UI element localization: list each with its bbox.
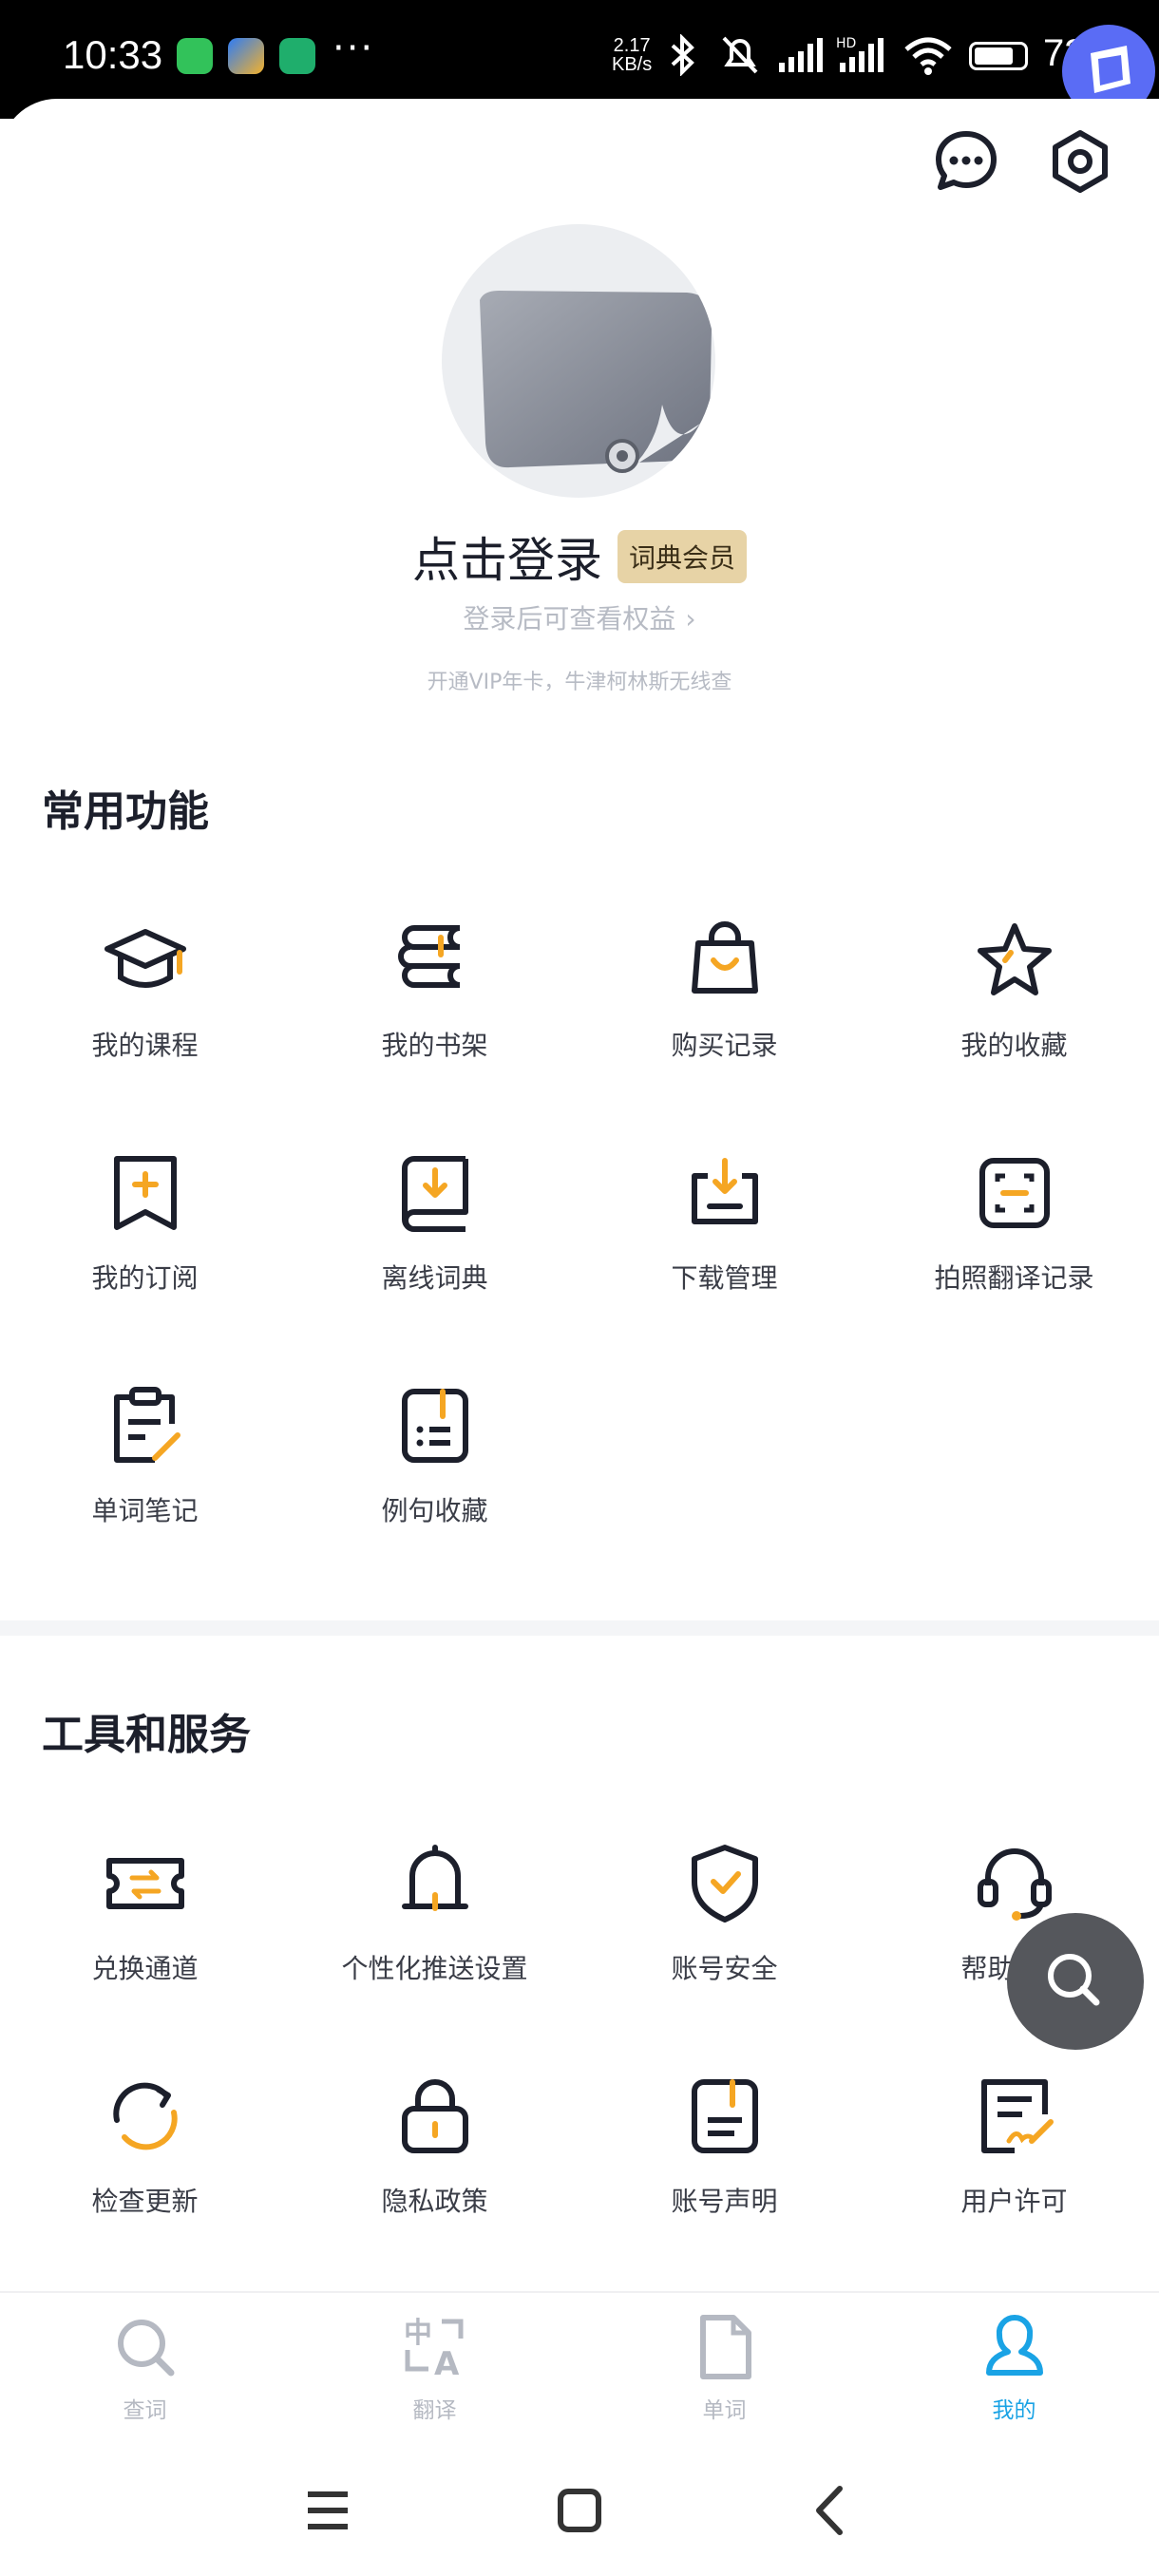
vip-badge[interactable]: 词典会员	[617, 530, 747, 583]
translate-icon: 中A	[404, 2317, 463, 2383]
redeem-channel-item[interactable]: 兑换通道	[0, 1840, 290, 2030]
bluetooth-icon	[671, 34, 694, 76]
silent-icon	[722, 36, 758, 74]
my-subscriptions-label: 我的订阅	[91, 1262, 199, 1294]
section-divider	[0, 1620, 1159, 1636]
system-navigation-bar	[0, 2443, 1159, 2576]
svg-text:HD: HD	[836, 36, 856, 51]
word-notes-label: 单词笔记	[91, 1495, 199, 1526]
shield-check-icon	[691, 1845, 758, 1923]
search-icon	[1048, 1954, 1100, 2006]
refresh-icon	[112, 2082, 178, 2150]
tab-translate[interactable]: 中A 翻译	[290, 2314, 580, 2424]
redeem-channel-label: 兑换通道	[91, 1953, 199, 1984]
privacy-policy-label: 隐私政策	[381, 2186, 488, 2217]
browser-app-icon	[279, 38, 315, 74]
wifi-icon	[904, 37, 952, 75]
my-bookshelf-item[interactable]: 我的书架	[290, 917, 580, 1107]
scan-frame-icon	[978, 1158, 1050, 1228]
user-license-label: 用户许可	[960, 2186, 1068, 2217]
push-settings-item[interactable]: 个性化推送设置	[290, 1840, 580, 2030]
tab-mine[interactable]: 我的	[869, 2314, 1159, 2424]
document-icon	[691, 2079, 758, 2153]
offline-dictionary-label: 离线词典	[381, 1262, 488, 1294]
exchange-ticket-icon	[105, 1858, 184, 1909]
signal-2-hd-icon: HD	[836, 36, 884, 72]
default-avatar-image	[480, 291, 712, 473]
offline-dictionary-item[interactable]: 离线词典	[290, 1149, 580, 1339]
tray-download-icon	[691, 1158, 758, 1224]
net-speed: 2.17 KB/s	[612, 35, 653, 75]
battery-icon	[969, 42, 1028, 70]
bookshelf-icon	[397, 925, 460, 988]
vip-promo-text: 开通VIP年卡，牛津柯林斯无线查	[427, 671, 732, 694]
my-courses-label: 我的课程	[91, 1030, 199, 1061]
more-notifications: ···	[332, 27, 375, 70]
shopping-bag-icon	[691, 921, 758, 994]
chat-bubble-icon[interactable]	[933, 128, 999, 195]
photo-translation-history-label: 拍照翻译记录	[934, 1262, 1094, 1294]
account-security-item[interactable]: 账号安全	[580, 1840, 869, 2030]
bell-icon	[401, 1845, 468, 1911]
svg-text:中: 中	[404, 2317, 432, 2350]
account-security-label: 账号安全	[671, 1953, 778, 1984]
privacy-policy-item[interactable]: 隐私政策	[290, 2073, 580, 2263]
download-manager-label: 下载管理	[671, 1262, 778, 1294]
photo-translation-history-item[interactable]: 拍照翻译记录	[869, 1149, 1159, 1339]
person-icon	[985, 2314, 1043, 2376]
download-manager-item[interactable]: 下载管理	[580, 1149, 869, 1339]
home-icon[interactable]	[546, 2477, 613, 2544]
section-title-tools: 工具和服务	[42, 1711, 251, 1759]
signed-document-icon	[980, 2079, 1054, 2153]
bottom-tab-bar: 查词 中A 翻译 单词 我的	[0, 2291, 1159, 2445]
login-row[interactable]: 点击登录 词典会员	[0, 522, 1159, 598]
account-statement-label: 账号声明	[671, 2186, 778, 2217]
check-update-label: 检查更新	[91, 2186, 199, 2217]
check-update-item[interactable]: 检查更新	[0, 2073, 290, 2263]
tab-label-translate: 翻译	[412, 2398, 457, 2423]
user-license-item[interactable]: 用户许可	[869, 2073, 1159, 2263]
section-title-common: 常用功能	[42, 787, 209, 836]
login-title[interactable]: 点击登录	[412, 533, 602, 588]
my-bookshelf-label: 我的书架	[381, 1030, 488, 1061]
my-favorites-item[interactable]: 我的收藏	[869, 917, 1159, 1107]
document-list-icon	[401, 1389, 468, 1463]
my-courses-item[interactable]: 我的课程	[0, 917, 290, 1107]
lock-icon	[401, 2079, 468, 2153]
chevron-right-icon: ›	[685, 603, 696, 635]
tab-label-words: 单词	[702, 2398, 747, 2423]
graduation-cap-icon	[104, 929, 186, 988]
purchase-history-label: 购买记录	[671, 1030, 778, 1061]
push-settings-label: 个性化推送设置	[341, 1953, 528, 1984]
word-notes-item[interactable]: 单词笔记	[0, 1382, 290, 1572]
example-favorites-item[interactable]: 例句收藏	[290, 1382, 580, 1572]
messages-app-icon	[177, 38, 213, 74]
purchase-history-item[interactable]: 购买记录	[580, 917, 869, 1107]
tab-lookup[interactable]: 查词	[0, 2314, 290, 2424]
login-subtitle[interactable]: 登录后可查看权益 ›	[0, 598, 1159, 636]
svg-text:A: A	[434, 2345, 460, 2380]
menu-icon[interactable]	[294, 2477, 361, 2544]
book-download-icon	[401, 1156, 468, 1232]
bookmark-plus-icon	[113, 1156, 177, 1230]
my-favorites-label: 我的收藏	[960, 1030, 1068, 1061]
signal-1-icon	[779, 38, 823, 72]
back-icon[interactable]	[798, 2477, 864, 2544]
gear-icon[interactable]	[1047, 128, 1113, 195]
status-time: 10:33	[63, 32, 163, 77]
clipboard-pen-icon	[113, 1387, 180, 1463]
floating-search-button[interactable]	[1007, 1913, 1144, 2050]
tab-words[interactable]: 单词	[580, 2314, 869, 2424]
avatar[interactable]	[442, 224, 715, 498]
my-subscriptions-item[interactable]: 我的订阅	[0, 1149, 290, 1339]
tab-label-mine: 我的	[992, 2398, 1036, 2423]
search-icon	[117, 2320, 174, 2377]
example-favorites-label: 例句收藏	[381, 1495, 488, 1526]
account-statement-item[interactable]: 账号声明	[580, 2073, 869, 2263]
file-icon	[699, 2315, 751, 2379]
star-icon	[977, 923, 1052, 995]
tab-label-lookup: 查词	[123, 2398, 167, 2423]
gallery-app-icon	[228, 38, 264, 74]
